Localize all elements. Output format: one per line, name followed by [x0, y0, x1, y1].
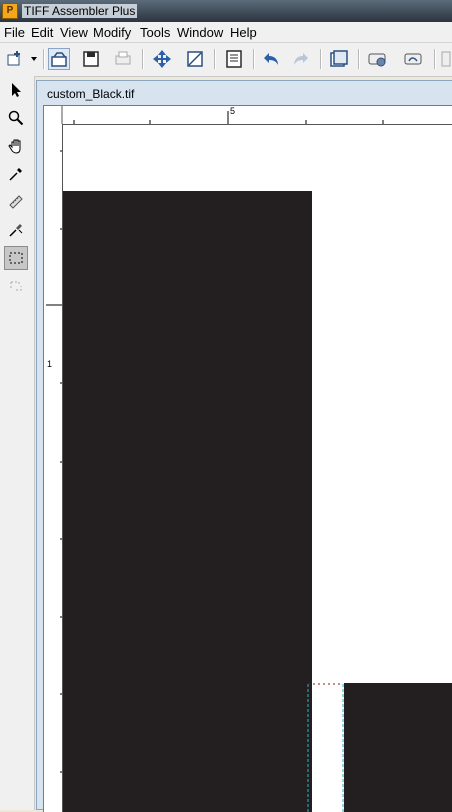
new-icon[interactable]: [4, 48, 26, 70]
marquee-icon[interactable]: [4, 246, 28, 270]
lasso-icon[interactable]: [4, 274, 28, 298]
toolbar-separator: [320, 49, 322, 69]
toolbar-separator: [43, 49, 45, 69]
menu-bar: File Edit View Modify Tools Window Help: [0, 22, 452, 43]
scan-icon[interactable]: [366, 48, 388, 70]
export-icon[interactable]: [402, 48, 424, 70]
brush-icon[interactable]: [4, 218, 28, 242]
menu-edit[interactable]: Edit: [31, 25, 53, 40]
app-icon[interactable]: P: [2, 3, 18, 19]
main-toolbar: [0, 43, 452, 77]
crop-icon[interactable]: [184, 48, 206, 70]
print-icon[interactable]: [112, 48, 134, 70]
move-icon[interactable]: [151, 48, 173, 70]
toolbar-separator: [434, 49, 436, 69]
toolbar-separator: [142, 49, 144, 69]
save-icon[interactable]: [80, 48, 102, 70]
title-bar: P TIFF Assembler Plus: [0, 0, 452, 22]
eyedropper-icon[interactable]: [4, 162, 28, 186]
menu-modify[interactable]: Modify: [93, 25, 131, 40]
menu-window[interactable]: Window: [177, 25, 223, 40]
undo-icon[interactable]: [260, 48, 282, 70]
toolbar-separator: [358, 49, 360, 69]
horizontal-ruler-label: 5: [230, 106, 236, 116]
menu-view[interactable]: View: [60, 25, 88, 40]
zoom-icon[interactable]: [4, 106, 28, 130]
redo-icon[interactable]: [290, 48, 312, 70]
selection-guides: [307, 683, 344, 812]
tool-palette: [0, 76, 35, 810]
layer-icon[interactable]: [328, 48, 350, 70]
vertical-ruler-label: 1: [47, 359, 53, 369]
horizontal-ruler: 5: [44, 106, 452, 125]
hand-icon[interactable]: [4, 134, 28, 158]
pointer-icon[interactable]: [4, 78, 28, 102]
toolbar-separator: [214, 49, 216, 69]
image-canvas[interactable]: [63, 125, 452, 812]
menu-tools[interactable]: Tools: [140, 25, 170, 40]
ruler-icon[interactable]: [4, 190, 28, 214]
window-title: TIFF Assembler Plus: [22, 4, 138, 18]
dropdown-icon[interactable]: [28, 48, 40, 70]
document-area: 5 1: [43, 105, 452, 812]
toolbar-overflow-icon[interactable]: [440, 48, 452, 70]
menu-file[interactable]: File: [4, 25, 25, 40]
vertical-ruler: 1: [44, 124, 63, 812]
open-icon[interactable]: [48, 48, 70, 70]
menu-help[interactable]: Help: [230, 25, 257, 40]
document-title: custom_Black.tif: [47, 87, 135, 101]
document-window: custom_Black.tif 5 1: [36, 80, 452, 812]
toolbar-separator: [253, 49, 255, 69]
page-icon[interactable]: [223, 48, 245, 70]
